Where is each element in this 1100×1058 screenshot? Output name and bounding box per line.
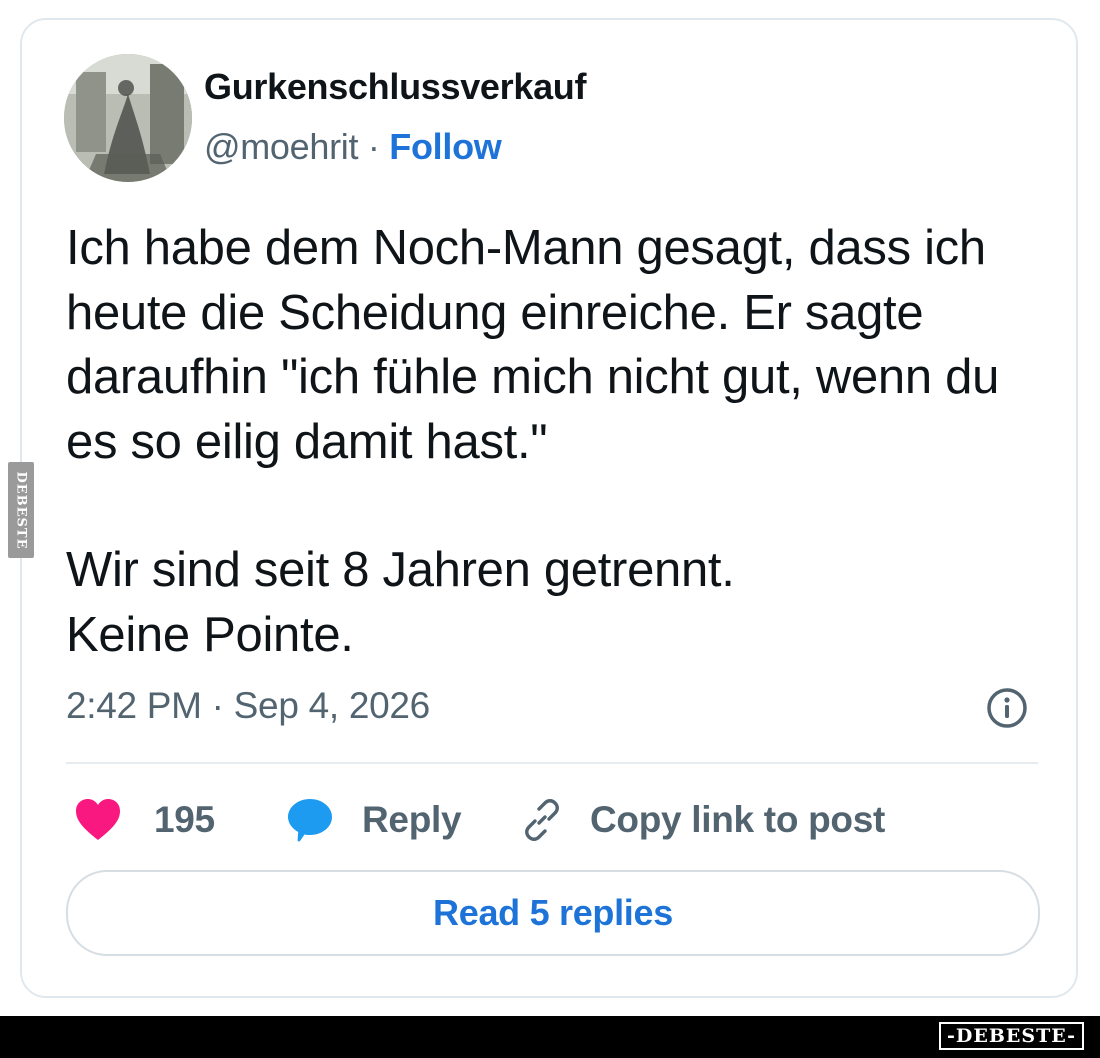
link-icon (525, 799, 559, 841)
divider (66, 762, 1038, 764)
tweet-paragraph: Ich habe dem Noch-Mann gesagt, dass ich … (66, 221, 1000, 469)
like-button[interactable]: 195 (74, 790, 215, 850)
side-watermark-text: DEBESTE (13, 470, 29, 550)
debeste-logo: -DEBESTE- (939, 1022, 1084, 1050)
tweet-text: Ich habe dem Noch-Mann gesagt, dass ich … (66, 216, 1056, 667)
side-watermark: DEBESTE (8, 462, 34, 558)
reply-button[interactable]: Reply (286, 790, 462, 850)
author-handle[interactable]: @moehrit (204, 126, 358, 167)
bottom-watermark-text: -DEBESTE- (947, 1025, 1076, 1047)
author-name[interactable]: Gurkenschlussverkauf (204, 66, 586, 108)
handle-separator: · (358, 126, 390, 167)
copy-link-label: Copy link to post (590, 799, 886, 840)
speech-bubble-icon (288, 799, 332, 842)
read-replies-label: Read 5 replies (433, 892, 673, 933)
author-handle-line: @moehrit · Follow (204, 126, 502, 168)
heart-icon (76, 799, 120, 840)
tweet-timestamp[interactable]: 2:42 PM · Sep 4, 2026 (66, 685, 430, 727)
tweet-paragraph: Wir sind seit 8 Jahren getrennt. (66, 543, 735, 597)
info-icon[interactable] (985, 686, 1029, 730)
page: Gurkenschlussverkauf @moehrit · Follow I… (0, 0, 1100, 1058)
follow-link[interactable]: Follow (389, 126, 501, 167)
read-replies-button[interactable]: Read 5 replies (66, 870, 1040, 956)
action-bar: 195 Reply Copy link to post (66, 790, 1038, 850)
bottom-watermark-bar: -DEBESTE- (0, 1016, 1100, 1058)
avatar-photo (64, 54, 192, 182)
avatar[interactable] (64, 54, 192, 182)
copy-link-button[interactable]: Copy link to post (518, 790, 885, 850)
tweet-paragraph: Keine Pointe. (66, 607, 354, 662)
like-count: 195 (154, 799, 215, 840)
reply-label: Reply (362, 799, 462, 840)
tweet-card: Gurkenschlussverkauf @moehrit · Follow I… (20, 18, 1078, 998)
